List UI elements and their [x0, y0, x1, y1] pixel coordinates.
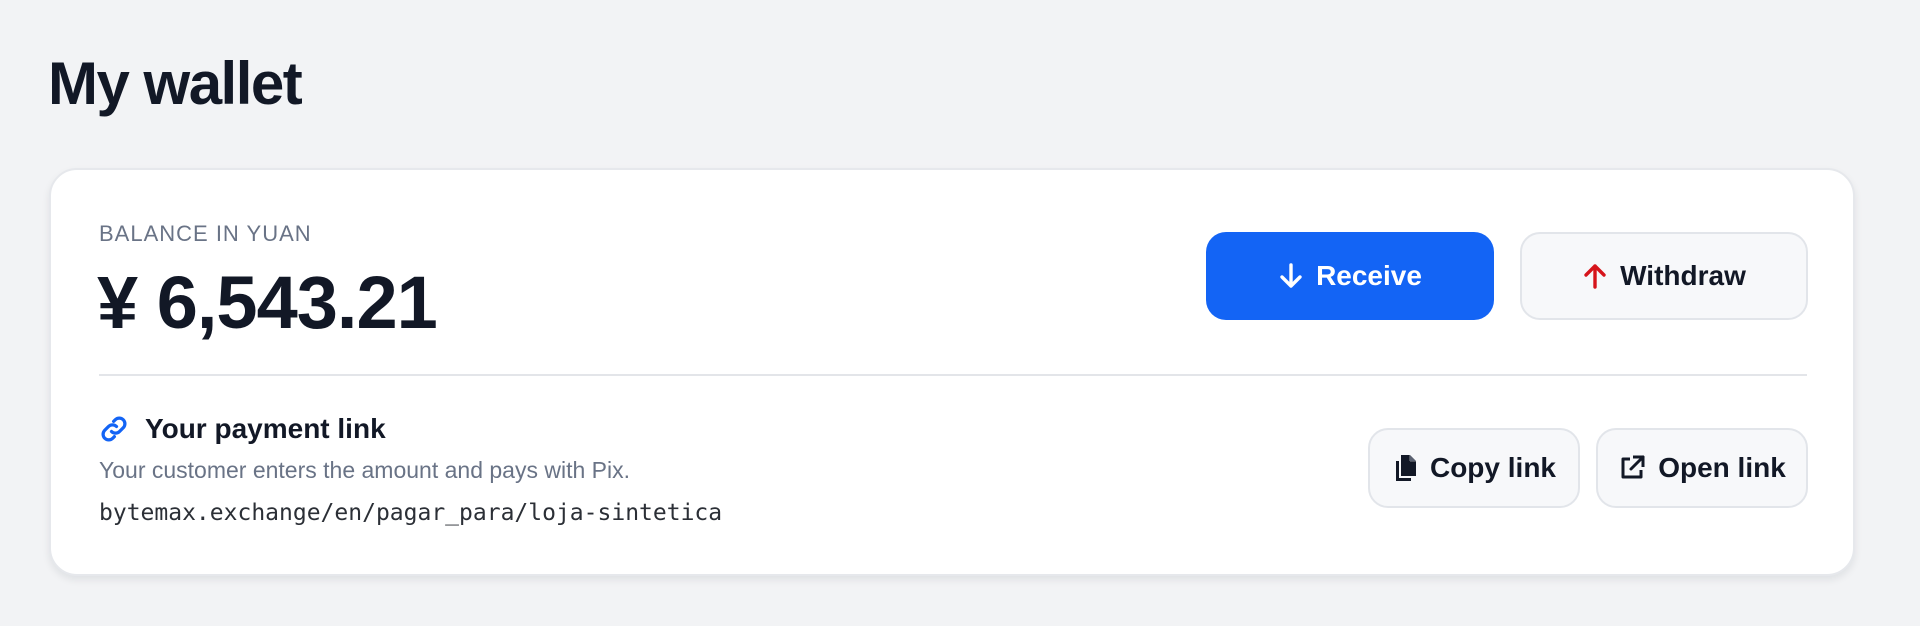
withdraw-button-label: Withdraw: [1620, 260, 1746, 291]
receive-button[interactable]: Receive: [1206, 232, 1494, 320]
wallet-card: BALANCE IN YUAN ¥ 6,543.21 Receive Withd…: [49, 168, 1855, 576]
payment-link-description: Your customer enters the amount and pays…: [99, 457, 630, 483]
payment-link-url: bytemax.exchange/en/pagar_para/loja-sint…: [99, 500, 723, 526]
balance-amount: ¥ 6,543.21: [97, 261, 438, 344]
payment-link-header: Your payment link: [99, 412, 386, 446]
link-icon: [99, 414, 129, 444]
external-link-icon: [1618, 454, 1646, 482]
open-link-button[interactable]: Open link: [1596, 428, 1808, 508]
arrow-up-icon: [1582, 262, 1608, 290]
receive-button-label: Receive: [1316, 260, 1422, 291]
balance-label: BALANCE IN YUAN: [99, 221, 312, 246]
payment-link-title: Your payment link: [145, 413, 386, 444]
withdraw-button[interactable]: Withdraw: [1520, 232, 1808, 320]
page-title: My wallet: [48, 50, 303, 117]
section-divider: [99, 374, 1807, 376]
copy-icon: [1392, 453, 1418, 483]
copy-link-label: Copy link: [1429, 452, 1556, 483]
open-link-label: Open link: [1658, 452, 1786, 483]
arrow-down-icon: [1278, 262, 1304, 290]
copy-link-button[interactable]: Copy link: [1368, 428, 1580, 508]
